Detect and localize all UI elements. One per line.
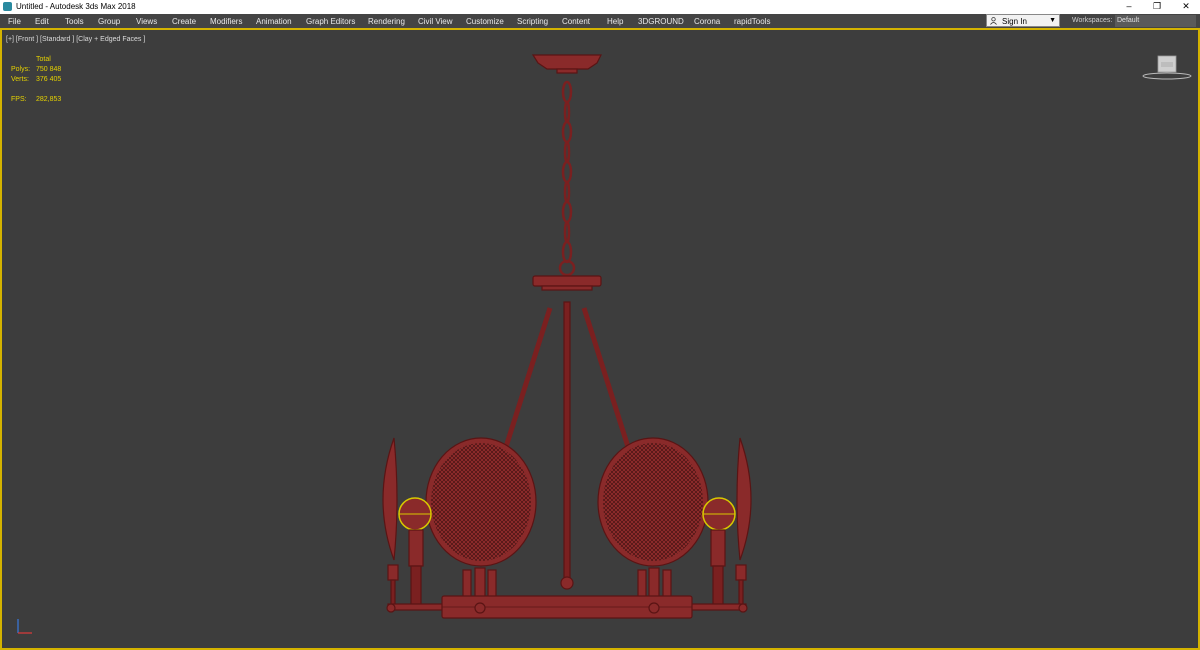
front-viewport[interactable]: [+] [Front ] [Standard ] [Clay + Edged F… bbox=[0, 28, 1200, 650]
menu-tools[interactable]: Tools bbox=[65, 17, 84, 26]
menu-rapidtools[interactable]: rapidTools bbox=[734, 17, 770, 26]
workspace-select[interactable]: Default bbox=[1115, 15, 1196, 27]
menu-civil-view[interactable]: Civil View bbox=[418, 17, 453, 26]
menu-views[interactable]: Views bbox=[136, 17, 157, 26]
menu-create[interactable]: Create bbox=[172, 17, 196, 26]
maximize-button[interactable]: ❐ bbox=[1145, 0, 1169, 14]
menu-content[interactable]: Content bbox=[562, 17, 590, 26]
close-button[interactable]: ✕ bbox=[1174, 0, 1198, 14]
menu-graph-editors[interactable]: Graph Editors bbox=[306, 17, 355, 26]
sign-in-label: Sign In bbox=[1002, 17, 1027, 26]
menu-customize[interactable]: Customize bbox=[466, 17, 504, 26]
menu-help[interactable]: Help bbox=[607, 17, 623, 26]
menu-rendering[interactable]: Rendering bbox=[368, 17, 405, 26]
sign-in-dropdown[interactable]: Sign In ▼ bbox=[986, 14, 1060, 27]
menu-modifiers[interactable]: Modifiers bbox=[210, 17, 242, 26]
app-icon bbox=[3, 2, 12, 11]
menu-corona[interactable]: Corona bbox=[694, 17, 720, 26]
title-bar: Untitled - Autodesk 3ds Max 2018 – ❐ ✕ bbox=[0, 0, 1200, 14]
workspace-value: Default bbox=[1117, 17, 1140, 24]
workspaces-label: Workspaces: bbox=[1072, 17, 1113, 24]
axis-tripod-icon bbox=[17, 619, 32, 634]
menu-group[interactable]: Group bbox=[98, 17, 120, 26]
menu-animation[interactable]: Animation bbox=[256, 17, 292, 26]
chevron-down-icon: ▼ bbox=[1049, 17, 1056, 24]
menu-file[interactable]: File bbox=[8, 17, 21, 26]
menu-3dground[interactable]: 3DGROUND bbox=[638, 17, 684, 26]
minimize-button[interactable]: – bbox=[1117, 0, 1141, 14]
window-title: Untitled - Autodesk 3ds Max 2018 bbox=[16, 2, 136, 11]
menu-edit[interactable]: Edit bbox=[35, 17, 49, 26]
menu-scripting[interactable]: Scripting bbox=[517, 17, 548, 26]
chandelier-model[interactable] bbox=[2, 30, 1198, 648]
user-icon bbox=[990, 17, 997, 25]
